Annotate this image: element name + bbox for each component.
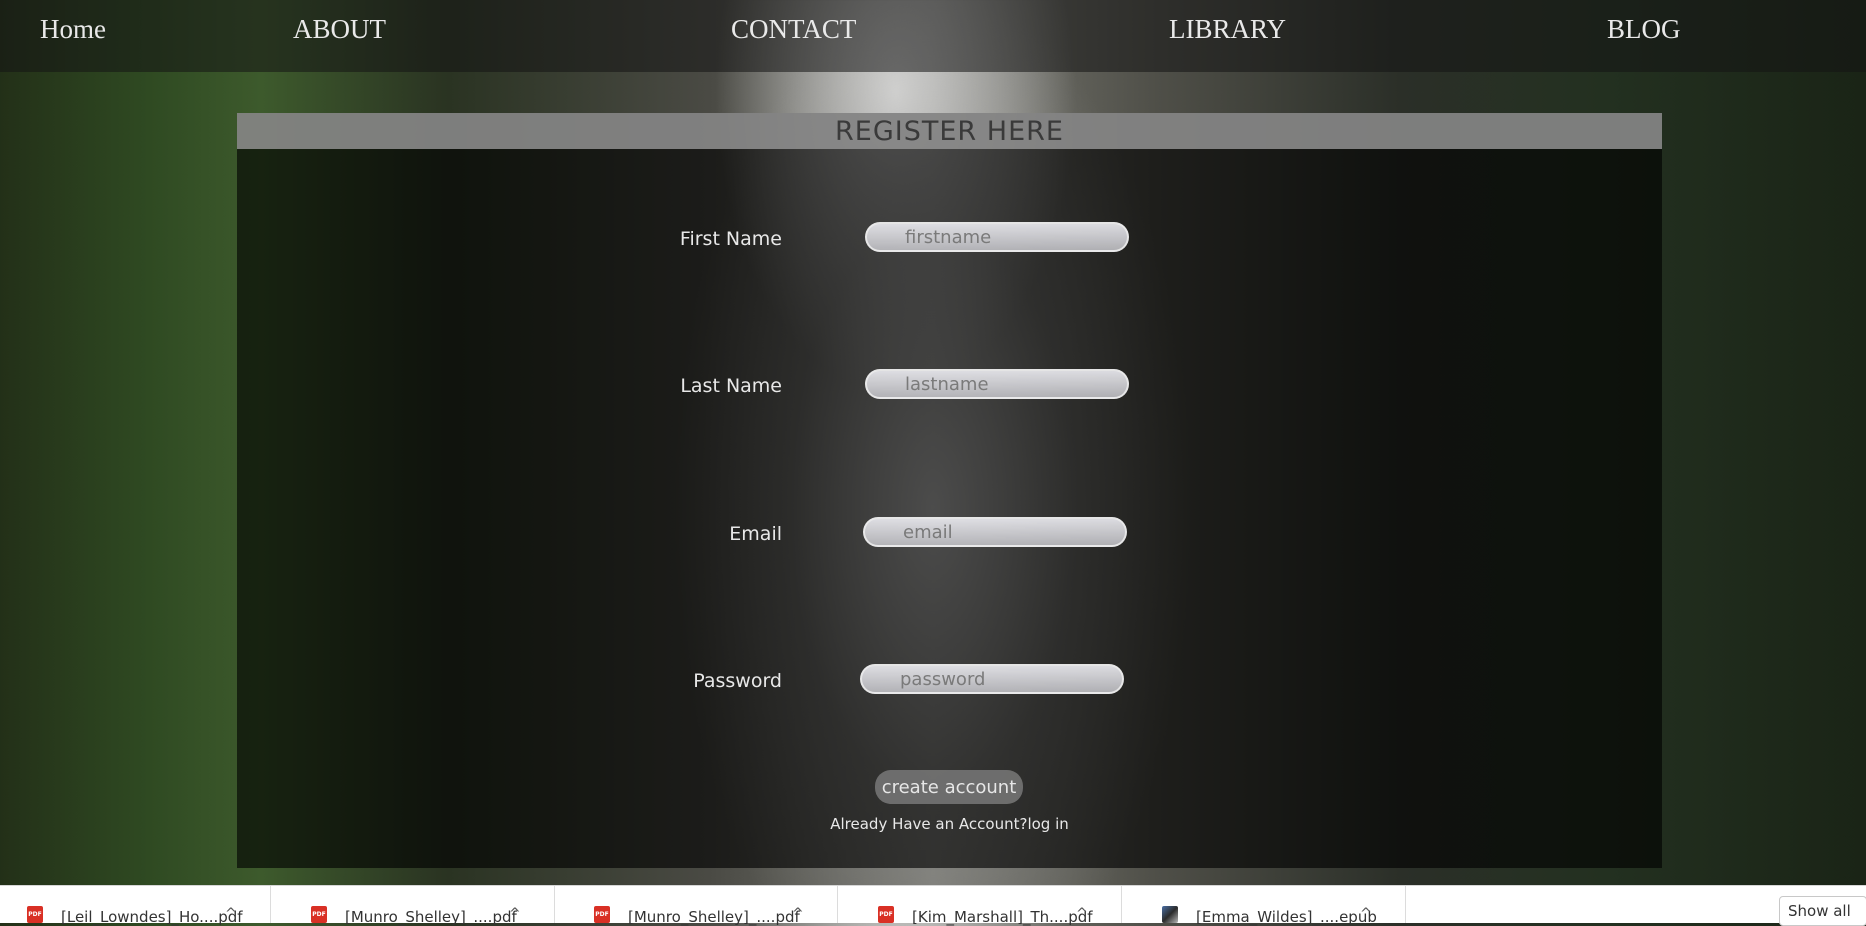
- chevron-up-icon[interactable]: ^: [1076, 906, 1088, 922]
- login-prompt: Already Have an Account?log in: [237, 815, 1662, 833]
- pdf-file-icon: PDF: [311, 906, 327, 923]
- email-label: Email: [729, 523, 782, 545]
- download-filename: [Emma_Wildes]_....epub: [1196, 908, 1377, 926]
- download-item[interactable]: PDF [Leil_Lowndes]_Ho....pdf ^: [0, 886, 271, 926]
- register-form-panel: REGISTER HERE First Name Last Name Email…: [237, 113, 1662, 868]
- download-item[interactable]: PDF [Kim_Marshall]_Th....pdf ^: [851, 886, 1122, 926]
- download-item[interactable]: PDF [Munro_Shelley]_....pdf ^: [284, 886, 555, 926]
- create-account-button[interactable]: create account: [875, 770, 1023, 804]
- login-link[interactable]: log in: [1027, 815, 1068, 833]
- nav-library[interactable]: LIBRARY: [1169, 14, 1286, 45]
- login-prompt-text: Already Have an Account?: [830, 815, 1028, 833]
- download-filename: [Leil_Lowndes]_Ho....pdf: [61, 908, 243, 926]
- chevron-up-icon[interactable]: ^: [225, 906, 237, 922]
- download-item[interactable]: [Emma_Wildes]_....epub ^: [1135, 886, 1406, 926]
- epub-file-icon: [1162, 906, 1178, 923]
- download-filename: [Munro_Shelley]_....pdf: [345, 908, 517, 926]
- password-label: Password: [693, 670, 782, 692]
- download-item[interactable]: PDF [Munro_Shelley]_....pdf ^: [567, 886, 838, 926]
- download-filename: [Munro_Shelley]_....pdf: [628, 908, 800, 926]
- pdf-file-icon: PDF: [594, 906, 610, 923]
- chevron-up-icon[interactable]: ^: [509, 906, 521, 922]
- pdf-file-icon: PDF: [27, 906, 43, 923]
- top-navigation: Home ABOUT CONTACT LIBRARY BLOG: [0, 0, 1866, 72]
- nav-about[interactable]: ABOUT: [293, 14, 386, 45]
- email-input[interactable]: [863, 517, 1127, 547]
- register-form-header: REGISTER HERE: [237, 113, 1662, 149]
- chevron-up-icon[interactable]: ^: [792, 906, 804, 922]
- download-filename: [Kim_Marshall]_Th....pdf: [912, 908, 1093, 926]
- password-input[interactable]: [860, 664, 1124, 694]
- chevron-up-icon[interactable]: ^: [1360, 906, 1372, 922]
- first-name-label: First Name: [679, 228, 782, 250]
- nav-contact[interactable]: CONTACT: [731, 14, 856, 45]
- downloads-bar: PDF [Leil_Lowndes]_Ho....pdf ^ PDF [Munr…: [0, 885, 1866, 926]
- last-name-input[interactable]: [865, 369, 1129, 399]
- nav-blog[interactable]: BLOG: [1607, 14, 1681, 45]
- last-name-label: Last Name: [680, 375, 782, 397]
- register-title: REGISTER HERE: [835, 116, 1064, 147]
- nav-home[interactable]: Home: [40, 14, 106, 45]
- first-name-input[interactable]: [865, 222, 1129, 252]
- pdf-file-icon: PDF: [878, 906, 894, 923]
